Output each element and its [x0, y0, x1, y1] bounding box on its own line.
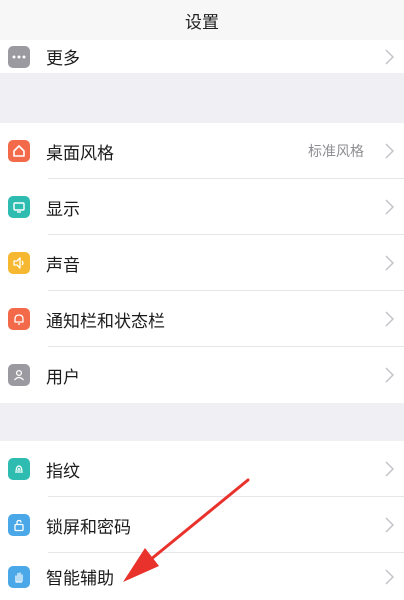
settings-item-fingerprint[interactable]: 指纹: [0, 441, 404, 497]
settings-item-desktop-style[interactable]: 桌面风格 标准风格: [0, 123, 404, 179]
settings-item-label: 智能辅助: [46, 569, 114, 589]
settings-item-label: 锁屏和密码: [46, 517, 131, 538]
settings-item-sound[interactable]: 声音: [0, 235, 404, 291]
settings-item-label: 声音: [46, 255, 80, 276]
bell-icon: [8, 308, 30, 330]
current-value: 标准风格: [308, 144, 364, 160]
settings-item-label: 通知栏和状态栏: [46, 311, 165, 332]
settings-item-lock[interactable]: 锁屏和密码: [0, 497, 404, 553]
settings-item-display[interactable]: 显示: [0, 179, 404, 235]
chevron-right-icon: [385, 255, 394, 271]
settings-item-notification[interactable]: 通知栏和状态栏: [0, 291, 404, 347]
chevron-right-icon: [385, 367, 394, 383]
chevron-right-icon: [385, 517, 394, 533]
user-icon: [8, 364, 30, 386]
fingerprint-icon: [8, 458, 30, 480]
settings-item-label: 桌面风格: [46, 143, 114, 164]
hand-icon: [8, 565, 30, 588]
speaker-icon: [8, 252, 30, 274]
page-title: 设置: [185, 12, 219, 33]
chevron-right-icon: [385, 568, 394, 585]
settings-item-smart-assist[interactable]: 智能辅助: [0, 553, 404, 600]
settings-item-label: 用户: [46, 367, 80, 388]
title-bar: 设置: [0, 0, 404, 40]
settings-item-label: 指纹: [46, 461, 80, 482]
more-icon: [8, 45, 30, 68]
settings-item-label: 显示: [46, 199, 80, 220]
chevron-right-icon: [385, 461, 394, 477]
chevron-right-icon: [385, 48, 394, 65]
display-icon: [8, 196, 30, 218]
settings-item-more[interactable]: 更多: [0, 40, 404, 73]
chevron-right-icon: [385, 311, 394, 327]
settings-item-user[interactable]: 用户: [0, 347, 404, 403]
chevron-right-icon: [385, 143, 394, 159]
lock-icon: [8, 514, 30, 536]
chevron-right-icon: [385, 199, 394, 215]
home-icon: [8, 140, 30, 162]
settings-item-label: 更多: [46, 49, 80, 69]
